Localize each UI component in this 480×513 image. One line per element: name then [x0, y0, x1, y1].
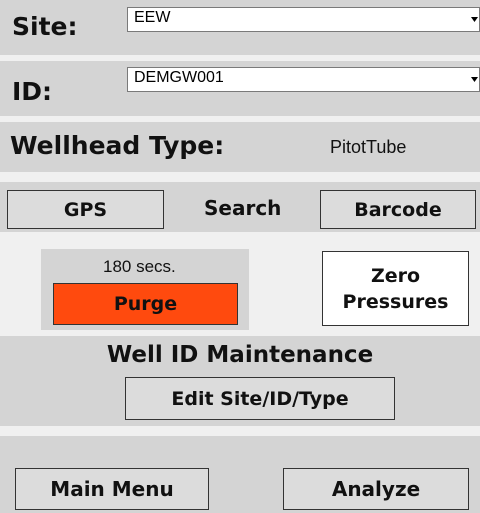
- wellhead-type-label: Wellhead Type:: [10, 131, 225, 160]
- edit-site-id-type-button[interactable]: Edit Site/ID/Type: [125, 377, 395, 420]
- site-label: Site:: [12, 12, 78, 41]
- zero-pressures-button[interactable]: Zero Pressures: [322, 251, 469, 326]
- id-label: ID:: [12, 77, 53, 106]
- site-select-value: EEW: [134, 9, 171, 26]
- site-select[interactable]: EEW: [127, 7, 480, 32]
- id-select-value: DEMGW001: [134, 69, 224, 86]
- zero-pressures-line2: Pressures: [342, 290, 449, 313]
- purge-button[interactable]: Purge: [53, 283, 238, 325]
- chevron-down-icon[interactable]: [469, 68, 479, 91]
- maintenance-title: Well ID Maintenance: [106, 342, 374, 368]
- purge-timer: 180 secs.: [103, 257, 176, 276]
- zero-pressures-line1: Zero: [370, 264, 421, 287]
- chevron-down-icon[interactable]: [469, 8, 479, 31]
- search-label[interactable]: Search: [204, 196, 281, 220]
- id-select[interactable]: DEMGW001: [127, 67, 480, 92]
- gps-button[interactable]: GPS: [7, 190, 164, 229]
- main-menu-button[interactable]: Main Menu: [15, 468, 209, 510]
- analyze-button[interactable]: Analyze: [283, 468, 469, 510]
- barcode-button[interactable]: Barcode: [320, 190, 476, 229]
- wellhead-type-value: PitotTube: [330, 137, 407, 157]
